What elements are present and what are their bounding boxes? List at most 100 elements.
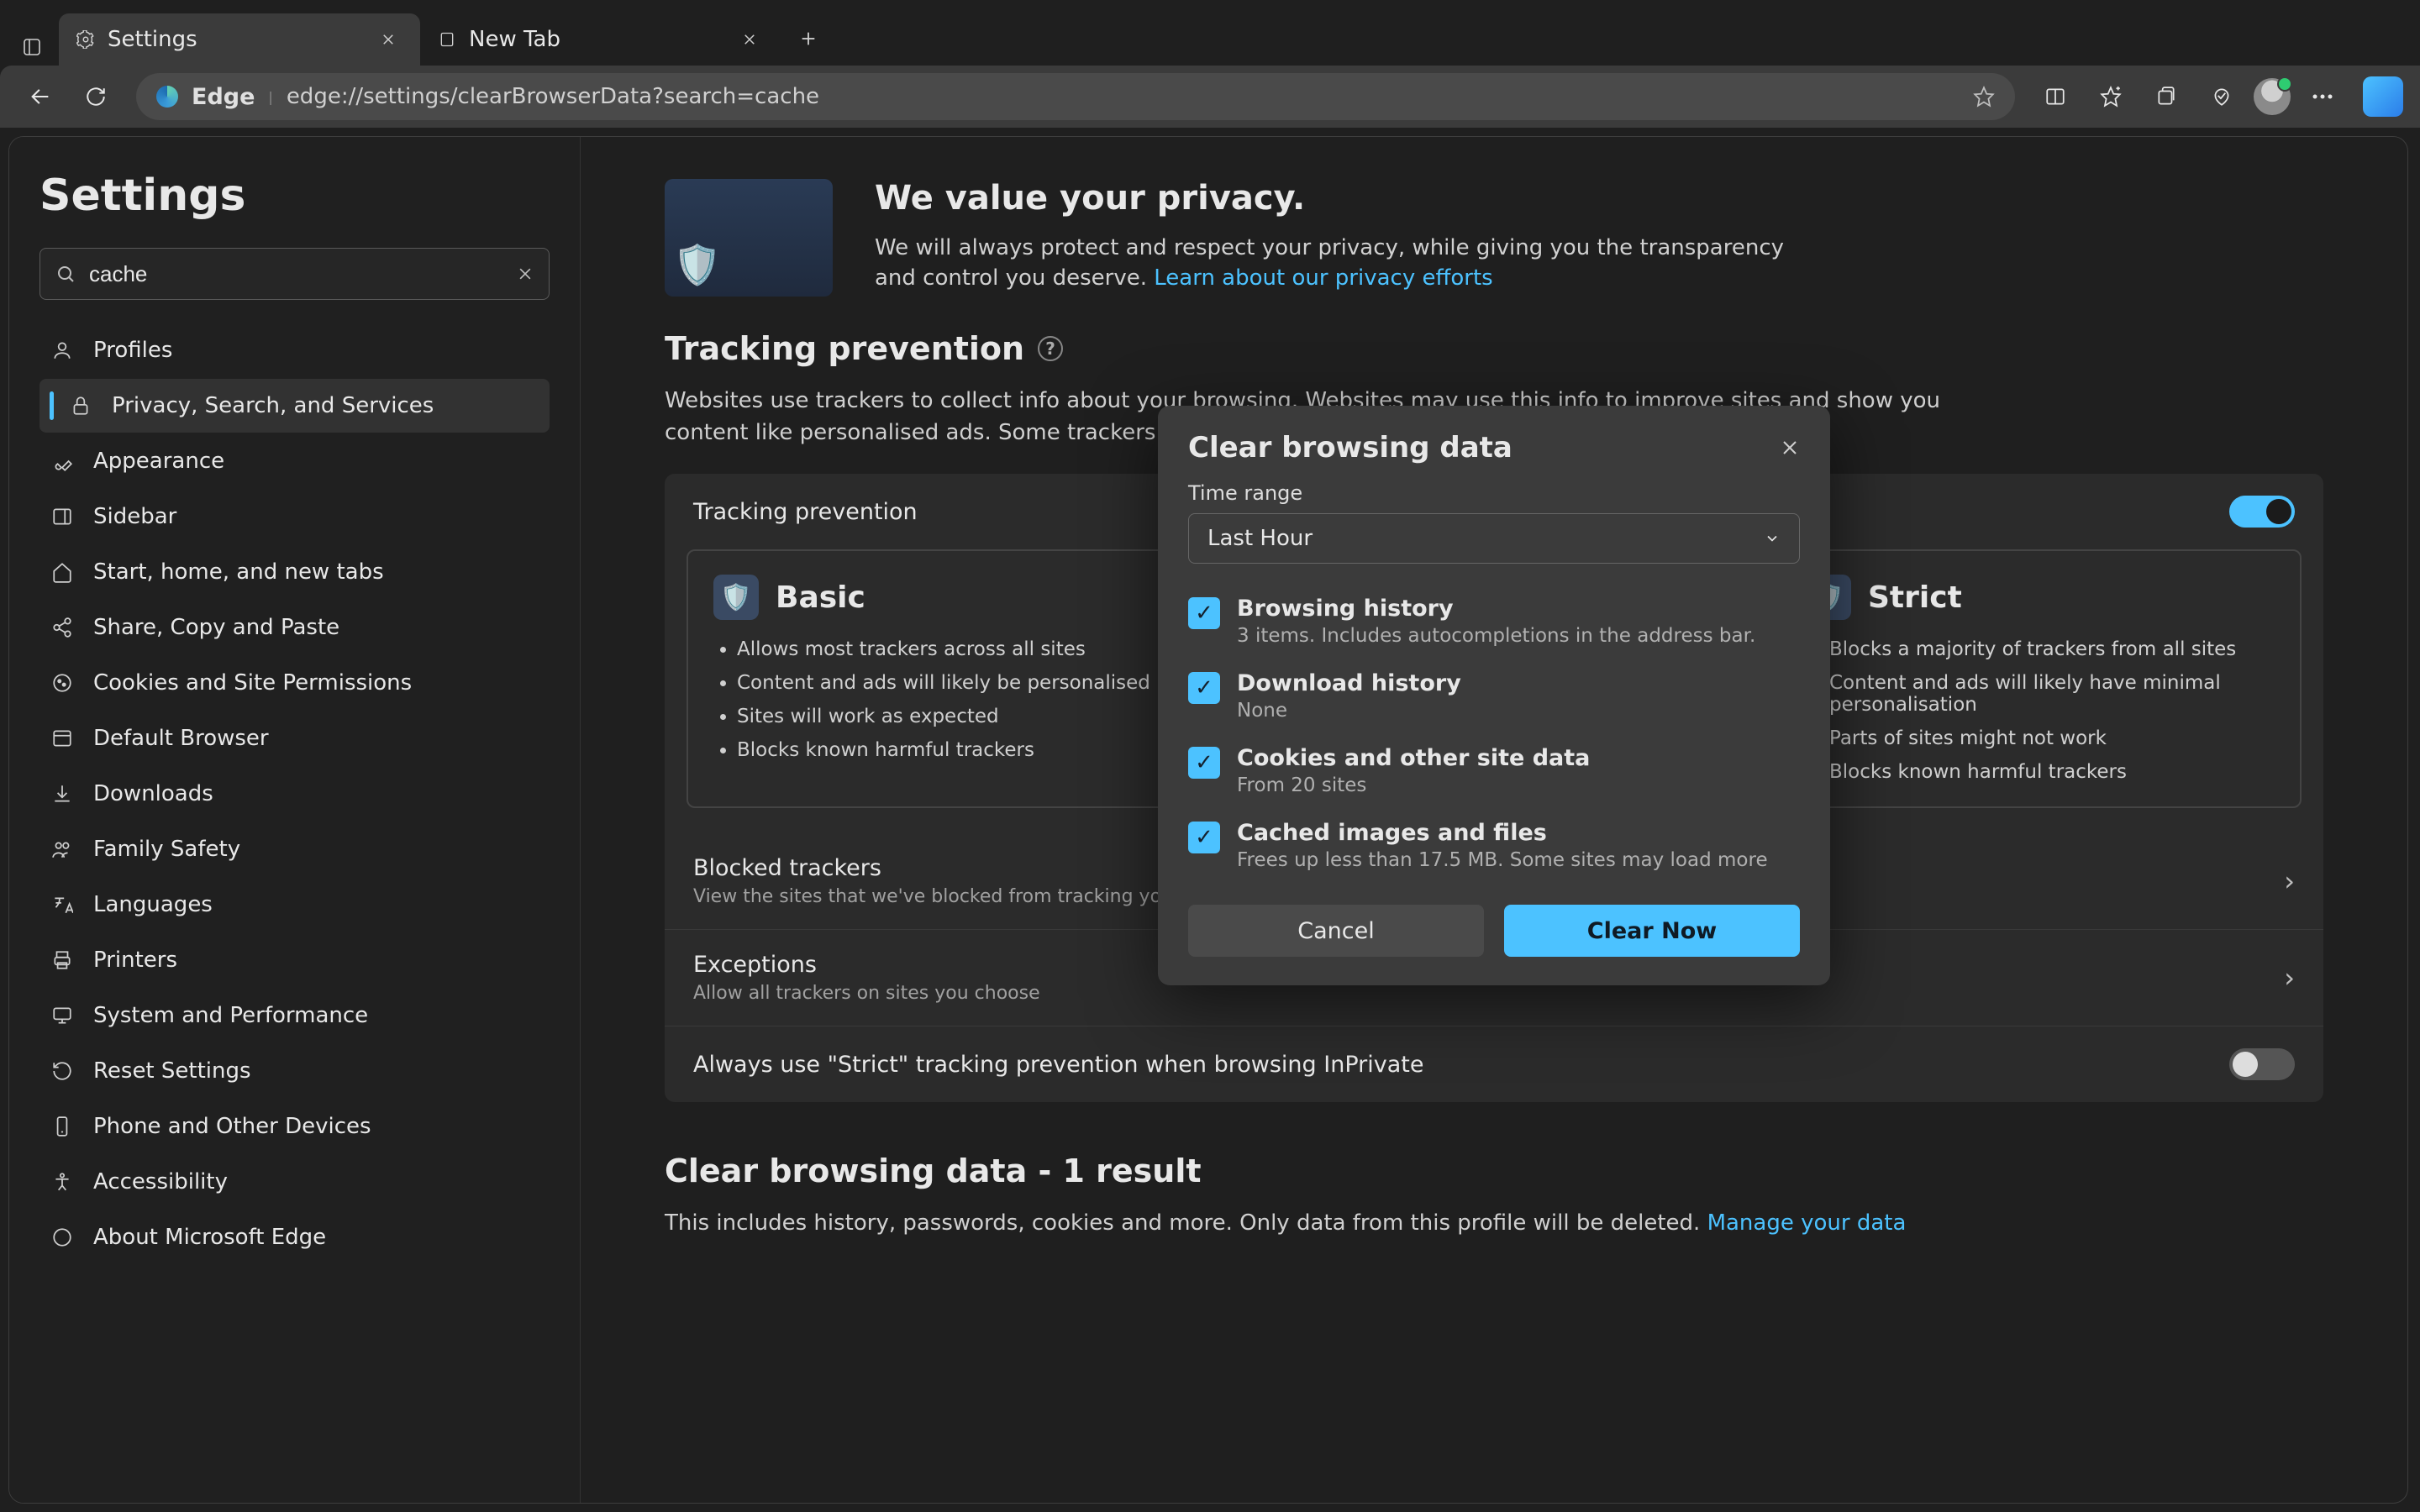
clear-item-title: Browsing history <box>1237 596 1755 622</box>
privacy-hero-heading: We value your privacy. <box>875 179 1799 218</box>
clear-item-title: Download history <box>1237 670 1461 696</box>
sidebar-item-share-copy-and-paste[interactable]: Share, Copy and Paste <box>39 601 550 654</box>
address-bar[interactable]: Edge | edge://settings/clearBrowserData?… <box>136 73 2015 120</box>
refresh-button[interactable] <box>72 73 119 120</box>
browser-essentials-button[interactable] <box>2198 73 2245 120</box>
tab-label: Settings <box>108 27 197 52</box>
sidebar-item-label: Reset Settings <box>93 1058 251 1084</box>
sidebar-item-label: Languages <box>93 892 213 917</box>
tab-actions-button[interactable] <box>13 29 50 66</box>
tab-label: New Tab <box>469 27 560 52</box>
settings-search-input[interactable] <box>89 261 503 287</box>
sidebar-item-label: Default Browser <box>93 726 269 751</box>
edge-icon <box>50 1225 75 1250</box>
split-screen-button[interactable] <box>2032 73 2079 120</box>
tab-new-tab[interactable]: New Tab <box>420 13 781 66</box>
sidebar-item-label: Appearance <box>93 449 224 474</box>
mode-basic-name: Basic <box>776 580 865 615</box>
profile-avatar[interactable] <box>2254 78 2291 115</box>
favorites-button[interactable] <box>2087 73 2134 120</box>
cookie-icon <box>50 670 75 696</box>
access-icon <box>50 1169 75 1194</box>
favorite-star-icon[interactable] <box>1973 86 1995 108</box>
sidebar-item-default-browser[interactable]: Default Browser <box>39 711 550 765</box>
sidebar-item-family-safety[interactable]: Family Safety <box>39 822 550 876</box>
sidebar-item-printers[interactable]: Printers <box>39 933 550 987</box>
mode-basic[interactable]: 🛡️Basic Allows most trackers across all … <box>687 549 1209 808</box>
sidebar-item-privacy-search-and-services[interactable]: Privacy, Search, and Services <box>39 379 550 433</box>
sidebar-item-cookies-and-site-permissions[interactable]: Cookies and Site Permissions <box>39 656 550 710</box>
dialog-title: Clear browsing data <box>1188 431 1512 465</box>
checkbox[interactable]: ✓ <box>1188 597 1220 629</box>
time-range-select[interactable]: Last Hour <box>1188 513 1800 564</box>
close-tab-button[interactable] <box>376 28 400 51</box>
printer-icon <box>50 948 75 973</box>
checkbox[interactable]: ✓ <box>1188 672 1220 704</box>
mode-strict[interactable]: 🛡️Strict Blocks a majority of trackers f… <box>1779 549 2302 808</box>
reset-icon <box>50 1058 75 1084</box>
sidebar-item-label: Cookies and Site Permissions <box>93 670 412 696</box>
exceptions-sub: Allow all trackers on sites you choose <box>693 983 1040 1004</box>
strict-inprivate-toggle[interactable] <box>2229 1048 2295 1080</box>
help-icon[interactable]: ? <box>1038 336 1063 361</box>
clear-item-sub: 3 items. Includes autocompletions in the… <box>1237 625 1755 647</box>
sidebar-item-label: Profiles <box>93 338 172 363</box>
home-icon <box>50 559 75 585</box>
clear-now-button[interactable]: Clear Now <box>1504 905 1800 957</box>
panel-icon <box>50 504 75 529</box>
sidebar-item-label: Accessibility <box>93 1169 228 1194</box>
person-icon <box>50 338 75 363</box>
mode-bullet: Allows most trackers across all sites <box>737 638 1182 660</box>
clear-data-item[interactable]: ✓ Browsing history 3 items. Includes autoc… <box>1188 587 1800 655</box>
mode-bullet: Sites will work as expected <box>737 706 1182 727</box>
manage-data-link[interactable]: Manage your data <box>1707 1210 1907 1236</box>
close-tab-button[interactable] <box>738 28 761 51</box>
copilot-button[interactable] <box>2363 76 2403 117</box>
checkbox[interactable]: ✓ <box>1188 822 1220 853</box>
mode-bullet: Parts of sites might not work <box>1829 727 2275 749</box>
family-icon <box>50 837 75 862</box>
sidebar-item-start-home-and-new-tabs[interactable]: Start, home, and new tabs <box>39 545 550 599</box>
sidebar-item-about-microsoft-edge[interactable]: About Microsoft Edge <box>39 1210 550 1264</box>
settings-search[interactable] <box>39 248 550 300</box>
collections-button[interactable] <box>2143 73 2190 120</box>
sidebar-item-accessibility[interactable]: Accessibility <box>39 1155 550 1209</box>
sidebar-item-label: Printers <box>93 948 177 973</box>
brush-icon <box>50 449 75 474</box>
phone-icon <box>50 1114 75 1139</box>
more-menu-button[interactable] <box>2299 73 2346 120</box>
tracking-toggle[interactable] <box>2229 496 2295 528</box>
mode-strict-name: Strict <box>1868 580 1962 615</box>
sidebar-item-sidebar[interactable]: Sidebar <box>39 490 550 543</box>
privacy-illustration <box>665 179 833 297</box>
sidebar-item-system-and-performance[interactable]: System and Performance <box>39 989 550 1042</box>
cancel-button[interactable]: Cancel <box>1188 905 1484 957</box>
sidebar-item-appearance[interactable]: Appearance <box>39 434 550 488</box>
tracking-toggle-label: Tracking prevention <box>693 499 918 525</box>
clear-section-title: Clear browsing data - 1 result <box>665 1152 1202 1189</box>
clear-item-sub: Frees up less than 17.5 MB. Some sites m… <box>1237 849 1768 871</box>
sidebar-item-downloads[interactable]: Downloads <box>39 767 550 821</box>
back-button[interactable] <box>17 73 64 120</box>
clear-data-item[interactable]: ✓Cached images and filesFrees up less th… <box>1188 811 1800 879</box>
clear-data-item[interactable]: ✓Download historyNone <box>1188 662 1800 730</box>
strict-inprivate-label: Always use "Strict" tracking prevention … <box>693 1052 1423 1078</box>
sidebar-item-phone-and-other-devices[interactable]: Phone and Other Devices <box>39 1100 550 1153</box>
time-range-label: Time range <box>1158 473 1830 513</box>
mode-bullet: Blocks known harmful trackers <box>1829 761 2275 783</box>
settings-title: Settings <box>39 171 550 221</box>
lang-icon <box>50 892 75 917</box>
clear-data-item[interactable]: ✓Cookies and other site dataFrom 20 site… <box>1188 737 1800 805</box>
clear-item-title: Cookies and other site data <box>1237 745 1590 771</box>
sidebar-item-profiles[interactable]: Profiles <box>39 323 550 377</box>
clear-search-button[interactable] <box>517 265 534 282</box>
dialog-close-button[interactable] <box>1780 438 1800 458</box>
sidebar-item-reset-settings[interactable]: Reset Settings <box>39 1044 550 1098</box>
checkbox[interactable]: ✓ <box>1188 747 1220 779</box>
sidebar-item-languages[interactable]: Languages <box>39 878 550 932</box>
browser-icon <box>50 726 75 751</box>
tab-settings[interactable]: Settings <box>59 13 420 66</box>
share-icon <box>50 615 75 640</box>
privacy-learn-link[interactable]: Learn about our privacy efforts <box>1154 265 1492 291</box>
new-tab-button[interactable] <box>790 20 827 57</box>
